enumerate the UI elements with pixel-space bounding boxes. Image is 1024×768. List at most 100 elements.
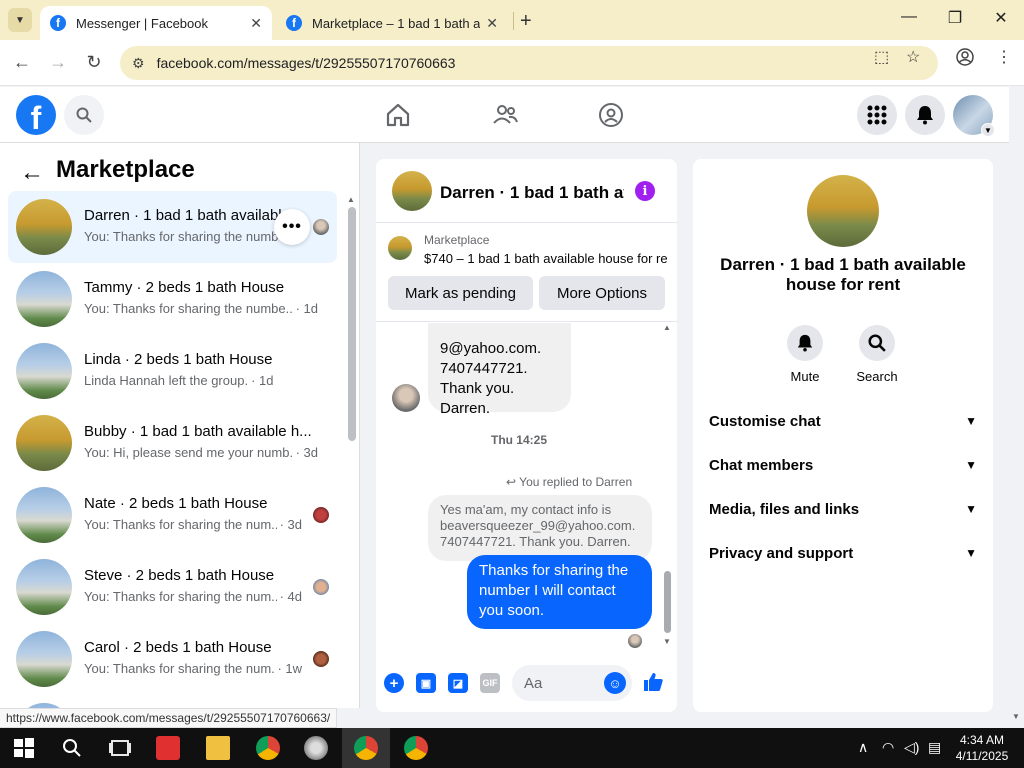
file-explorer-icon[interactable] [206, 736, 230, 760]
conversation-name: Bubby · 1 bad 1 bath available h... [84, 423, 312, 440]
taskbar-clock[interactable]: 4:34 AM 4/11/2025 [952, 732, 1012, 764]
conversation-nate[interactable]: Nate · 2 beds 1 bath House You: Thanks f… [8, 479, 337, 551]
page-scroll-down-icon[interactable]: ▼ [1012, 712, 1020, 721]
sticker-icon[interactable]: ◪ [448, 673, 468, 693]
participant-avatar [313, 219, 329, 235]
facebook-favicon-icon: f [50, 15, 66, 31]
conversation-darren[interactable]: Darren · 1 bad 1 bath available house fo… [8, 191, 337, 263]
browser-tab-strip: ▼ f Messenger | Facebook ✕ f Marketplace… [0, 0, 1024, 40]
conversation-snippet: Linda Hannah left the group. · 1d [84, 373, 274, 388]
conversation-linda[interactable]: Linda · 2 beds 1 bath House Linda Hannah… [8, 335, 337, 407]
search-in-conversation-button[interactable]: Search [847, 325, 907, 384]
listing-description[interactable]: $740 – 1 bad 1 bath available house for … [424, 251, 668, 266]
maximize-icon[interactable]: ❐ [940, 8, 970, 28]
app-icon[interactable] [304, 736, 328, 760]
incoming-message[interactable]: 9@yahoo.com. 7407447721. Thank you. Darr… [428, 323, 571, 417]
more-options-button[interactable]: More Options [539, 276, 665, 310]
thumbs-up-icon[interactable] [642, 671, 664, 699]
close-tab-icon[interactable]: ✕ [250, 15, 262, 32]
reload-icon[interactable]: ↻ [82, 52, 106, 73]
search-button[interactable] [64, 95, 104, 135]
listing-thumbnail[interactable] [388, 236, 412, 260]
windows-start-icon[interactable] [12, 736, 36, 760]
outgoing-message[interactable]: Thanks for sharing the number I will con… [467, 555, 652, 629]
install-app-icon[interactable]: ⬚ [874, 47, 889, 67]
conversation-snippet: You: Thanks for sharing the num... · 3d [84, 517, 302, 532]
mark-as-pending-button[interactable]: Mark as pending [388, 276, 533, 310]
notification-center-icon[interactable]: ▤ [928, 739, 941, 756]
chat-thumbnail[interactable] [392, 171, 432, 211]
tab-messenger[interactable]: f Messenger | Facebook ✕ [40, 6, 272, 40]
conversation-name: Steve · 2 beds 1 bath House [84, 567, 275, 584]
back-arrow-icon[interactable]: ← [20, 159, 44, 187]
tray-chevron-up-icon[interactable]: ∧ [858, 739, 868, 756]
conversation-info-icon[interactable]: i [635, 181, 655, 201]
conversation-partial[interactable] [8, 695, 337, 708]
conversation-steve[interactable]: Steve · 2 beds 1 bath House You: Thanks … [8, 551, 337, 623]
minimize-icon[interactable]: — [894, 8, 924, 26]
home-icon[interactable] [384, 101, 412, 129]
message-composer: + ▣ ◪ GIF Aa ☺ [376, 663, 677, 703]
section-chat-members[interactable]: Chat members ▼ [709, 453, 977, 477]
quoted-message[interactable]: Yes ma'am, my contact info is beaversque… [428, 495, 652, 561]
conversation-list-scrollbar[interactable] [348, 207, 356, 441]
more-options-button[interactable]: ••• [274, 209, 310, 245]
tab-title: Messenger | Facebook [76, 15, 208, 31]
address-bar[interactable]: ⚙ facebook.com/messages/t/29255507170760… [120, 46, 938, 80]
browser-menu-icon[interactable]: ⋮ [996, 47, 1012, 67]
scroll-up-arrow-icon[interactable]: ▲ [663, 323, 671, 332]
plus-icon[interactable]: + [384, 673, 404, 693]
profile-icon[interactable] [956, 48, 974, 71]
bookmark-star-icon[interactable]: ☆ [906, 47, 920, 67]
section-privacy-support[interactable]: Privacy and support ▼ [709, 541, 977, 565]
conversation-snippet: You: Thanks for sharing the numbe... · 1d [84, 301, 318, 316]
message-line: 7407447721. [440, 360, 528, 377]
listing-thumbnail [16, 631, 72, 687]
section-media-files-links[interactable]: Media, files and links ▼ [709, 497, 977, 521]
message-scrollbar[interactable] [664, 571, 671, 633]
chrome-icon[interactable] [256, 736, 280, 760]
close-window-icon[interactable]: ✕ [986, 8, 1016, 28]
chat-title[interactable]: Darren · 1 bad 1 bath available house fo… [440, 183, 624, 203]
tab-search-dropdown-icon[interactable]: ▼ [8, 8, 32, 32]
search-icon[interactable] [60, 736, 84, 760]
tab-marketplace[interactable]: f Marketplace – 1 bad 1 bath available h… [276, 6, 508, 40]
facebook-logo-icon[interactable]: f [16, 95, 56, 135]
chrome-profile-taskbar-button[interactable] [342, 728, 390, 768]
chrome-icon[interactable] [404, 736, 428, 760]
account-avatar[interactable]: ▼ [953, 95, 995, 137]
network-icon[interactable]: ◠ [882, 739, 894, 756]
listing-thumbnail [16, 415, 72, 471]
listing-thumbnail [16, 559, 72, 615]
emoji-icon[interactable]: ☺ [604, 672, 626, 694]
volume-icon[interactable]: ◁) [904, 739, 919, 756]
forward-icon[interactable]: → [46, 52, 70, 73]
chevron-down-icon: ▼ [965, 458, 977, 472]
facebook-favicon-icon: f [286, 15, 302, 31]
conversation-bubby[interactable]: Bubby · 1 bad 1 bath available h... You:… [8, 407, 337, 479]
participant-avatar [313, 507, 329, 523]
conversation-carol[interactable]: Carol · 2 beds 1 bath House You: Thanks … [8, 623, 337, 695]
photo-icon[interactable]: ▣ [416, 673, 436, 693]
site-settings-icon[interactable]: ⚙ [132, 55, 145, 72]
listing-thumbnail [16, 199, 72, 255]
conversation-tammy[interactable]: Tammy · 2 beds 1 bath House You: Thanks … [8, 263, 337, 335]
menu-grid-button[interactable] [857, 95, 897, 135]
friends-icon[interactable] [491, 101, 519, 129]
reply-arrow-icon: ↩ [506, 475, 520, 489]
new-tab-icon[interactable]: + [520, 10, 532, 33]
conversation-snippet: You: Thanks for sharing the number I wil… [84, 229, 280, 244]
groups-icon[interactable] [597, 101, 625, 129]
listing-thumbnail-large [807, 175, 879, 247]
back-icon[interactable]: ← [10, 52, 34, 73]
anydesk-icon[interactable] [156, 736, 180, 760]
scroll-up-arrow-icon[interactable]: ▲ [347, 195, 355, 204]
gif-icon[interactable]: GIF [480, 673, 500, 693]
close-tab-icon[interactable]: ✕ [486, 15, 498, 32]
scroll-down-arrow-icon[interactable]: ▼ [663, 637, 671, 646]
section-customise-chat[interactable]: Customise chat ▼ [709, 409, 977, 433]
sender-avatar[interactable] [392, 384, 420, 412]
mute-button[interactable]: Mute [775, 325, 835, 384]
notifications-button[interactable] [905, 95, 945, 135]
task-view-icon[interactable] [108, 736, 132, 760]
